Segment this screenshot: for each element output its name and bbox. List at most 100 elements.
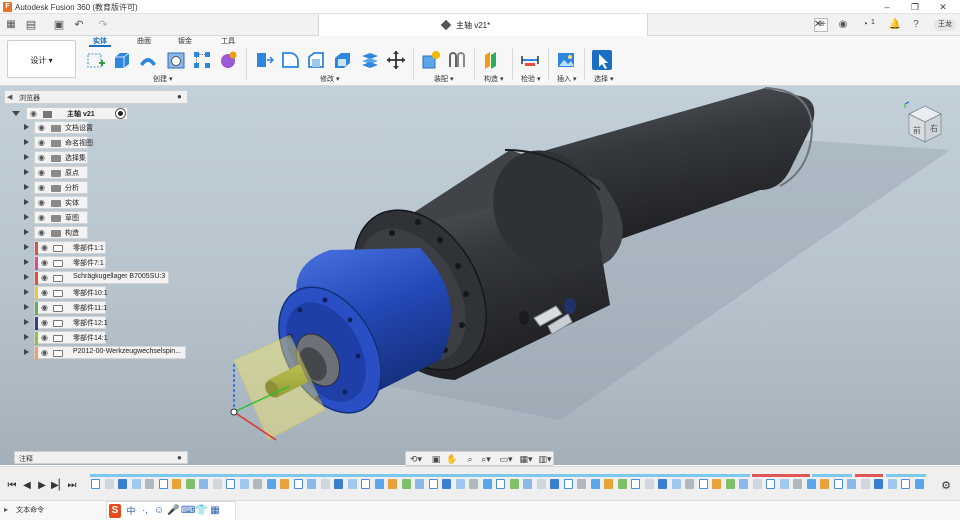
insert-image-icon[interactable] xyxy=(556,50,576,70)
move-copy-icon[interactable] xyxy=(386,50,406,70)
browser-item[interactable]: ◉ 零部件11:1 xyxy=(24,301,190,315)
construct-group-label[interactable]: 构造 ▾ xyxy=(484,74,503,84)
ime-voice-icon[interactable]: 🎤 xyxy=(167,504,179,518)
browser-item-box[interactable]: ◉ 零部件7:1 xyxy=(34,256,106,270)
timeline-feature-icon[interactable] xyxy=(185,479,195,489)
expand-icon[interactable] xyxy=(24,214,29,220)
browser-item-box[interactable]: ◉ 实体 xyxy=(34,196,88,209)
browser-item[interactable]: ◉ 命名视图 xyxy=(24,136,190,149)
timeline-feature-icon[interactable] xyxy=(226,479,235,489)
sogou-logo-icon[interactable]: S xyxy=(109,504,121,518)
timeline-feature-icon[interactable] xyxy=(199,479,208,489)
browser-item[interactable]: ◉ 实体 xyxy=(24,196,190,209)
fit-icon[interactable]: ⌕▾ xyxy=(478,453,494,465)
browser-item-box[interactable]: ◉ 文档设置 xyxy=(34,121,93,134)
timeline-feature-icon[interactable] xyxy=(847,479,856,489)
help-icon[interactable]: ? xyxy=(909,18,923,32)
ime-toolbox-icon[interactable]: ▦ xyxy=(209,504,221,518)
play-icon[interactable]: ▶ xyxy=(36,480,48,492)
display-settings-icon[interactable]: ▭▾ xyxy=(498,453,514,465)
timeline-feature-icon[interactable] xyxy=(617,479,627,489)
visibility-eye-icon[interactable]: ◉ xyxy=(40,334,49,342)
expand-icon[interactable] xyxy=(24,124,29,130)
timeline-feature-icon[interactable] xyxy=(523,479,532,489)
timeline-feature-icon[interactable] xyxy=(212,479,222,489)
browser-item-box[interactable]: ◉ 构造 xyxy=(34,226,88,239)
orbit-icon[interactable]: ⟲▾ xyxy=(408,453,424,465)
timeline-feature-icon[interactable] xyxy=(631,479,640,489)
browser-item[interactable]: ◉ Schrägkugellager B7005SU:3 xyxy=(24,271,190,285)
inspect-group-label[interactable]: 检验 ▾ xyxy=(521,74,540,84)
timeline-feature-icon[interactable] xyxy=(158,479,168,489)
visibility-eye-icon[interactable]: ◉ xyxy=(40,274,49,282)
visibility-eye-icon[interactable]: ◉ xyxy=(40,289,49,297)
timeline-feature-icon[interactable] xyxy=(766,479,775,489)
expand-icon[interactable] xyxy=(24,154,29,160)
panel-options-icon[interactable]: ● xyxy=(177,453,182,462)
collapse-panel-icon[interactable]: ◀ xyxy=(7,93,12,101)
fillet-icon[interactable] xyxy=(280,50,300,70)
viewports-icon[interactable]: ▥▾ xyxy=(537,453,553,465)
timeline-feature-icon[interactable] xyxy=(401,479,411,489)
root-component-box[interactable]: ◉ 主轴 v21 xyxy=(26,107,128,120)
look-at-icon[interactable]: ▣ xyxy=(428,453,444,465)
timeline-feature-icon[interactable] xyxy=(550,479,559,489)
step-back-icon[interactable]: ◀ xyxy=(21,480,33,492)
visibility-eye-icon[interactable]: ◉ xyxy=(40,304,49,312)
timeline-feature-icon[interactable] xyxy=(145,479,154,489)
expand-icon[interactable] xyxy=(24,169,29,175)
timeline-feature-icon[interactable] xyxy=(577,479,586,489)
close-window-icon[interactable]: ✕ xyxy=(936,1,950,13)
timeline-feature-icon[interactable] xyxy=(334,479,343,489)
timeline-settings-gear-icon[interactable]: ⚙ xyxy=(940,480,952,492)
new-component-icon[interactable] xyxy=(421,50,441,70)
timeline-feature-icon[interactable] xyxy=(172,479,181,489)
select-group-label[interactable]: 选择 ▾ xyxy=(594,74,613,84)
go-to-start-icon[interactable]: ⏮ xyxy=(6,480,18,492)
expand-icon[interactable] xyxy=(24,334,29,340)
user-avatar[interactable]: 王龙 xyxy=(934,19,956,31)
expand-icon[interactable] xyxy=(24,289,29,295)
browser-item-box[interactable]: ◉ 命名视图 xyxy=(34,136,93,149)
timeline-feature-icon[interactable] xyxy=(685,479,694,489)
browser-item[interactable]: ◉ 零部件1:1 xyxy=(24,241,190,255)
app-grid-icon[interactable]: ▦ xyxy=(4,18,18,32)
timeline-feature-icon[interactable] xyxy=(604,479,613,489)
timeline-feature-icon[interactable] xyxy=(739,479,748,489)
browser-item[interactable]: ◉ 零部件7:1 xyxy=(24,256,190,270)
ime-punctuation-icon[interactable]: ·, xyxy=(139,504,151,518)
browser-item-box[interactable]: ◉ 零部件10:1 xyxy=(34,286,108,300)
view-cube[interactable]: 前 右 xyxy=(903,100,943,146)
browser-item[interactable]: ◉ 构造 xyxy=(24,226,190,239)
browser-root-row[interactable]: ◉ 主轴 v21 xyxy=(12,107,192,120)
visibility-eye-icon[interactable]: ◉ xyxy=(40,319,49,327)
timeline-feature-icon[interactable] xyxy=(563,479,573,489)
create-form-icon[interactable] xyxy=(218,50,238,70)
browser-item[interactable]: ◉ 文档设置 xyxy=(24,121,190,134)
shell-icon[interactable] xyxy=(332,50,352,70)
browser-item[interactable]: ◉ 选择集 xyxy=(24,151,190,164)
timeline-feature-icon[interactable] xyxy=(887,479,897,489)
notifications-icon[interactable]: 🔔 xyxy=(888,18,902,32)
timeline-feature-icon[interactable] xyxy=(266,479,276,489)
browser-item-box[interactable]: ◉ 零部件12:1 xyxy=(34,316,108,330)
timeline-feature-icon[interactable] xyxy=(104,479,114,489)
browser-item[interactable]: ◉ 草图 xyxy=(24,211,190,224)
browser-item-box[interactable]: ◉ 选择集 xyxy=(34,151,88,164)
ime-keyboard-icon[interactable]: ⌨ xyxy=(181,504,195,518)
annotations-panel[interactable]: 注释 ● xyxy=(14,451,188,464)
timeline-feature-icon[interactable] xyxy=(590,479,600,489)
timeline-feature-icon[interactable] xyxy=(253,479,262,489)
timeline-feature-icon[interactable] xyxy=(901,479,910,489)
browser-item[interactable]: ◉ 分析 xyxy=(24,181,190,194)
timeline-feature-icon[interactable] xyxy=(644,479,654,489)
timeline-feature-icon[interactable] xyxy=(131,479,141,489)
browser-item[interactable]: ◉ 零部件14:1 xyxy=(24,331,190,345)
browser-item-box[interactable]: ◉ 零部件11:1 xyxy=(34,301,107,315)
visibility-eye-icon[interactable]: ◉ xyxy=(37,229,46,237)
select-icon[interactable] xyxy=(592,50,612,70)
visibility-eye-icon[interactable]: ◉ xyxy=(37,139,46,147)
browser-item[interactable]: ◉ 零部件10:1 xyxy=(24,286,190,300)
browser-item-box[interactable]: ◉ 草图 xyxy=(34,211,88,224)
job-status-icon[interactable]: ◔ xyxy=(858,18,872,32)
